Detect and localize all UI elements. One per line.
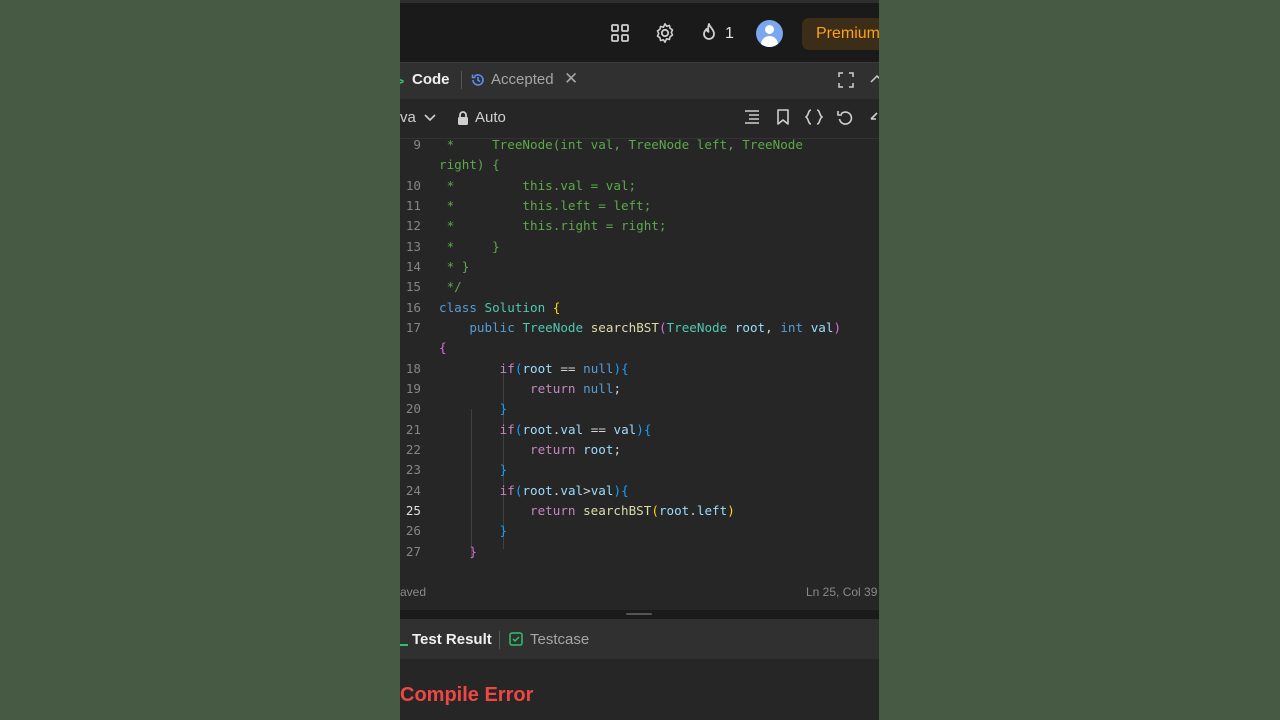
- braces-icon[interactable]: [805, 109, 823, 125]
- code-line: return null;: [530, 381, 622, 396]
- code-icon: >: [400, 73, 405, 89]
- code-line: }: [499, 523, 508, 538]
- indent-guide: [503, 369, 504, 549]
- collapse-icon[interactable]: [870, 72, 879, 88]
- code-line: public TreeNode searchBST(TreeNode root,…: [469, 320, 842, 335]
- tab-divider: [461, 71, 462, 89]
- code-line: * }: [439, 259, 470, 274]
- code-line: * this.right = right;: [439, 218, 667, 233]
- premium-button[interactable]: Premium: [802, 18, 879, 50]
- arrow-icon[interactable]: [870, 109, 879, 125]
- line-number: 15: [405, 279, 421, 294]
- code-line: * }: [439, 239, 500, 254]
- code-line: * TreeNode(int val, TreeNode left, TreeN…: [439, 137, 803, 152]
- fire-icon[interactable]: [697, 21, 721, 45]
- line-number: 9: [413, 137, 421, 152]
- code-line: * this.val = val;: [439, 178, 637, 193]
- line-number: 24: [405, 483, 421, 498]
- line-number: 18: [405, 361, 421, 376]
- saved-status: aved: [400, 585, 427, 599]
- top-nav-bar: 1 Premium: [400, 0, 879, 62]
- line-number: 12: [405, 218, 421, 233]
- code-line: */: [439, 279, 462, 294]
- format-icon[interactable]: [744, 109, 760, 125]
- lock-icon: [458, 111, 468, 125]
- undo-icon[interactable]: [837, 109, 853, 125]
- chevron-down-icon[interactable]: [424, 113, 436, 123]
- line-number: 21: [405, 422, 421, 437]
- code-line: if(root.val == val){: [499, 422, 652, 437]
- code-line: * this.left = left;: [439, 198, 652, 213]
- avatar[interactable]: [756, 20, 783, 47]
- streak-count: 1: [725, 25, 734, 42]
- code-line: class Solution {: [439, 300, 561, 315]
- leetcode-window: 1 Premium > Code Accepted ✕ va Auto 9 * …: [400, 0, 879, 720]
- tab-test-result[interactable]: Test Result: [412, 631, 492, 648]
- code-line: }: [499, 462, 508, 477]
- code-line-active: return searchBST(root.left): [530, 503, 735, 518]
- code-line: if(root == null){: [499, 361, 629, 376]
- code-line: {: [439, 340, 447, 355]
- code-line: if(root.val>val){: [499, 483, 629, 498]
- code-editor-panel: > Code Accepted ✕ va Auto 9 * TreeNode(i…: [400, 62, 879, 610]
- close-icon[interactable]: ✕: [564, 69, 578, 89]
- line-number: 11: [405, 198, 421, 213]
- panel-resize-handle[interactable]: [400, 610, 879, 619]
- line-number: 26: [405, 523, 421, 538]
- code-line: }: [499, 401, 508, 416]
- line-number: 14: [405, 259, 421, 274]
- bookmark-icon[interactable]: [776, 109, 790, 125]
- line-number: 17: [405, 320, 421, 335]
- tab-testcase[interactable]: Testcase: [530, 631, 589, 648]
- code-area[interactable]: 9 * TreeNode(int val, TreeNode left, Tre…: [400, 137, 879, 579]
- line-number: 13: [405, 239, 421, 254]
- layout-grid-icon[interactable]: [608, 21, 632, 45]
- line-number-active: 25: [405, 503, 421, 518]
- tab-accepted[interactable]: Accepted: [491, 71, 554, 88]
- auto-mode-label[interactable]: Auto: [475, 109, 506, 126]
- test-result-panel: Test Result Testcase Compile Error: [400, 619, 879, 720]
- code-line: right) {: [439, 157, 500, 172]
- cursor-position: Ln 25, Col 39: [806, 585, 878, 599]
- checkbox-icon: [509, 632, 523, 646]
- editor-tab-bar: > Code Accepted ✕: [400, 63, 879, 99]
- language-selector[interactable]: va: [400, 109, 416, 126]
- gear-icon[interactable]: [653, 21, 677, 45]
- editor-status-bar: aved Ln 25, Col 39: [400, 579, 879, 611]
- tab-divider: [499, 631, 500, 649]
- line-number: 19: [405, 381, 421, 396]
- code-line: }: [469, 544, 477, 559]
- line-number: 27: [405, 544, 421, 559]
- compile-error-message: Compile Error: [400, 684, 534, 706]
- line-number: 22: [405, 442, 421, 457]
- line-number: 16: [405, 300, 421, 315]
- editor-toolbar: va Auto: [400, 99, 879, 139]
- history-icon: [471, 74, 484, 86]
- terminal-icon: [400, 644, 408, 646]
- expand-icon[interactable]: [838, 72, 854, 88]
- line-number: 20: [405, 401, 421, 416]
- line-number: 23: [405, 462, 421, 477]
- line-number: 10: [405, 178, 421, 193]
- tab-code[interactable]: Code: [412, 71, 450, 88]
- result-tab-bar: Test Result Testcase: [400, 619, 879, 659]
- code-line: return root;: [530, 442, 622, 457]
